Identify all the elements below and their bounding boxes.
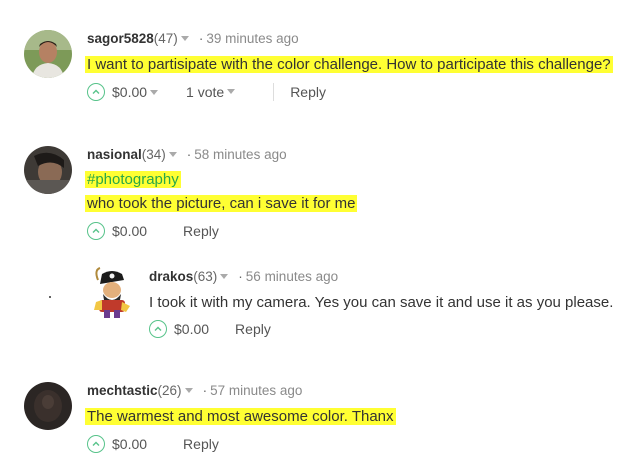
author-name[interactable]: nasional — [87, 147, 142, 162]
hashtag-link[interactable]: #photography — [85, 171, 181, 188]
upvote-button[interactable] — [87, 435, 105, 453]
comment-time[interactable]: 58 minutes ago — [194, 147, 286, 162]
separator-dot: · — [238, 269, 243, 284]
comment-footer: $0.00 Reply — [87, 222, 219, 240]
separator-dot: · — [198, 31, 204, 46]
avatar[interactable] — [24, 30, 72, 78]
reply-button[interactable]: Reply — [290, 84, 326, 100]
reply-button[interactable]: Reply — [183, 436, 219, 452]
payout-value[interactable]: $0.00 — [174, 321, 209, 337]
comment-body: who took the picture, can i save it for … — [85, 192, 358, 216]
chevron-down-icon[interactable] — [168, 151, 177, 157]
thread-marker — [49, 296, 51, 298]
chevron-up-icon — [92, 89, 100, 94]
upvote-button[interactable] — [149, 320, 167, 338]
separator-dot: · — [202, 383, 208, 398]
payout-value[interactable]: $0.00 — [112, 223, 147, 239]
comment-meta: nasional(34) · 58 minutes ago — [87, 147, 287, 162]
chevron-down-icon[interactable] — [180, 35, 189, 41]
chevron-down-icon — [227, 88, 236, 94]
comment-footer: $0.00 Reply — [87, 435, 219, 453]
comment-meta: drakos(63) · 56 minutes ago — [149, 269, 338, 284]
separator-dot: · — [186, 147, 192, 162]
chevron-down-icon — [150, 89, 159, 95]
comment-footer: $0.00 1 vote Reply — [87, 83, 326, 101]
author-name[interactable]: drakos — [149, 269, 193, 284]
comment-meta: mechtastic(26) · 57 minutes ago — [87, 383, 302, 398]
chevron-up-icon — [92, 228, 100, 233]
payout-value[interactable]: $0.00 — [112, 84, 162, 100]
comment-text: who took the picture, can i save it for … — [85, 195, 358, 212]
comment-time[interactable]: 39 minutes ago — [206, 31, 298, 46]
avatar[interactable] — [24, 146, 72, 194]
author-name[interactable]: sagor5828 — [87, 31, 154, 46]
comment-text: I want to partisipate with the color cha… — [85, 56, 613, 73]
payout-value[interactable]: $0.00 — [112, 436, 147, 452]
reply-button[interactable]: Reply — [235, 321, 271, 337]
divider — [273, 83, 275, 101]
comment-time[interactable]: 56 minutes ago — [246, 269, 338, 284]
comment-tag-line: #photography — [85, 168, 181, 192]
chevron-down-icon[interactable] — [184, 387, 193, 393]
comment-text: The warmest and most awesome color. Than… — [85, 408, 396, 425]
chevron-up-icon — [154, 326, 162, 331]
author-reputation: (63) — [193, 269, 218, 284]
reply-button[interactable]: Reply — [183, 223, 219, 239]
upvote-button[interactable] — [87, 222, 105, 240]
comment-meta: sagor5828(47) · 39 minutes ago — [87, 31, 299, 46]
comment-body: I took it with my camera. Yes you can sa… — [149, 291, 613, 315]
avatar[interactable] — [24, 382, 72, 430]
comment-footer: $0.00 Reply — [149, 320, 271, 338]
author-name[interactable]: mechtastic — [87, 383, 158, 398]
comment-body: The warmest and most awesome color. Than… — [85, 405, 396, 429]
chevron-down-icon[interactable] — [220, 273, 229, 279]
author-reputation: (26) — [157, 383, 182, 398]
chevron-up-icon — [92, 441, 100, 446]
author-reputation: (34) — [141, 147, 166, 162]
comment-body: I want to partisipate with the color cha… — [85, 53, 613, 77]
comment-time[interactable]: 57 minutes ago — [210, 383, 302, 398]
avatar[interactable] — [86, 266, 136, 318]
upvote-button[interactable] — [87, 83, 105, 101]
comment-text: I took it with my camera. Yes you can sa… — [149, 294, 614, 311]
vote-count[interactable]: 1 vote — [186, 84, 239, 100]
author-reputation: (47) — [153, 31, 178, 46]
